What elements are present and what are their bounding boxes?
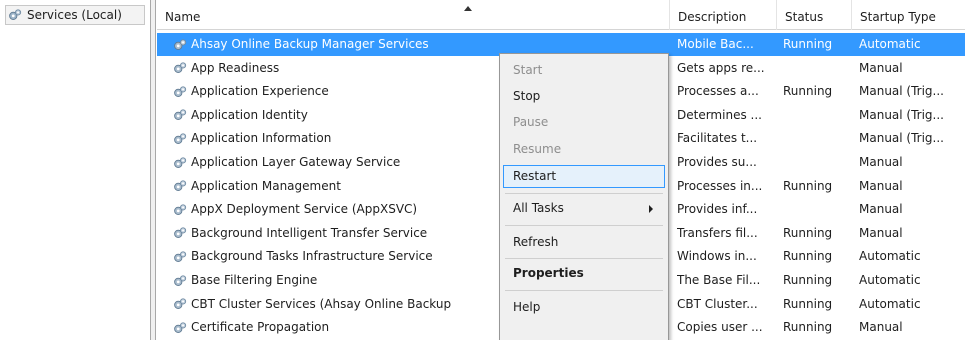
service-status: Running: [783, 273, 833, 287]
tree-item-label: Services (Local): [27, 8, 122, 22]
service-name: Application Information: [191, 131, 332, 146]
menu-item-all-tasks[interactable]: All Tasks: [503, 197, 665, 220]
service-gear-icon: [174, 109, 187, 121]
service-startup-type: Manual (Trig...: [859, 131, 944, 146]
service-gear-icon: [174, 38, 187, 50]
service-startup-type: Manual: [859, 225, 903, 240]
service-name: Background Intelligent Transfer Service: [191, 225, 428, 240]
service-description: Processes a...: [677, 84, 759, 99]
services-gear-icon: [9, 9, 22, 20]
menu-item-all-tasks-label: All Tasks: [513, 201, 564, 215]
service-gear-icon: [174, 180, 187, 192]
service-name: Application Layer Gateway Service: [191, 155, 401, 169]
service-name: Background Tasks Infrastructure Service: [191, 249, 433, 264]
service-startup-type: Automatic: [859, 296, 921, 311]
service-gear-icon: [174, 298, 187, 310]
service-description: Provides inf...: [677, 202, 758, 217]
menu-separator: [505, 258, 663, 259]
service-description: CBT Cluster...: [677, 296, 758, 311]
service-description: Copies user ...: [677, 320, 763, 335]
service-status: [783, 127, 851, 150]
service-status: [783, 104, 851, 127]
service-gear-icon: [174, 86, 187, 97]
service-gear-icon: [174, 251, 187, 262]
service-startup-type: Manual: [859, 320, 903, 335]
service-name: Base Filtering Engine: [191, 273, 318, 287]
service-description: Facilitates t...: [677, 131, 758, 146]
console-tree-pane: Services (Local): [0, 0, 151, 340]
service-startup-type: Manual (Trig...: [859, 84, 944, 99]
service-status: [783, 151, 851, 174]
service-startup-type: Manual: [859, 202, 903, 217]
column-header-startup-type[interactable]: Startup Type: [852, 0, 965, 30]
pane-splitter[interactable]: [151, 0, 156, 340]
column-header-row: Name Description Status Startup Type: [157, 0, 965, 30]
service-name: Certificate Propagation: [191, 320, 330, 335]
menu-item-properties[interactable]: Properties: [503, 262, 665, 285]
service-gear-icon: [174, 274, 187, 286]
service-status: Running: [783, 84, 833, 99]
service-name: CBT Cluster Services (Ahsay Online Backu…: [191, 296, 452, 311]
menu-separator: [505, 290, 663, 291]
service-status: Running: [783, 178, 833, 193]
service-status: Running: [783, 37, 833, 51]
service-startup-type: Manual: [859, 155, 903, 169]
service-name: App Readiness: [191, 60, 280, 75]
service-description: The Base Fil...: [677, 273, 761, 287]
service-name: AppX Deployment Service (AppXSVC): [191, 202, 418, 217]
service-name: Ahsay Online Backup Manager Services: [191, 37, 429, 51]
service-description: Mobile Bac...: [677, 37, 754, 51]
service-status: Running: [783, 225, 833, 240]
column-header-status[interactable]: Status: [777, 0, 852, 30]
context-menu: Start Stop Pause Resume Restart All Task…: [499, 53, 669, 340]
service-gear-icon: [174, 62, 187, 74]
service-status: Running: [783, 249, 833, 264]
service-name: Application Identity: [191, 107, 308, 122]
service-gear-icon: [174, 156, 187, 168]
menu-item-help[interactable]: Help: [503, 296, 665, 319]
menu-item-pause[interactable]: Pause: [503, 111, 665, 134]
service-status: [783, 57, 851, 80]
service-description: Transfers fil...: [677, 225, 758, 240]
column-header-description[interactable]: Description: [670, 0, 777, 30]
service-startup-type: Automatic: [859, 37, 921, 51]
tree-item-services-local[interactable]: Services (Local): [5, 5, 145, 25]
menu-item-resume[interactable]: Resume: [503, 138, 665, 161]
sort-ascending-icon: [464, 6, 472, 11]
service-gear-icon: [174, 204, 187, 215]
menu-separator: [505, 225, 663, 226]
service-gear-icon: [174, 133, 187, 144]
service-name: Application Experience: [191, 84, 329, 99]
menu-separator: [505, 193, 663, 194]
menu-item-refresh[interactable]: Refresh: [503, 231, 665, 254]
service-startup-type: Automatic: [859, 273, 921, 287]
service-status: [783, 198, 851, 221]
service-name: Application Management: [191, 178, 341, 193]
submenu-arrow-icon: [649, 205, 653, 213]
service-status: Running: [783, 296, 833, 311]
service-gear-icon: [174, 322, 187, 333]
service-startup-type: Manual: [859, 178, 903, 193]
menu-item-start[interactable]: Start: [503, 59, 665, 82]
service-description: Gets apps re...: [677, 60, 765, 75]
service-description: Windows in...: [677, 249, 757, 264]
service-startup-type: Manual (Trig...: [859, 107, 944, 122]
service-startup-type: Automatic: [859, 249, 921, 264]
column-header-name[interactable]: Name: [157, 0, 670, 30]
menu-item-restart[interactable]: Restart: [503, 165, 665, 188]
service-gear-icon: [174, 227, 187, 239]
service-description: Processes in...: [677, 178, 763, 193]
service-status: Running: [783, 320, 833, 335]
service-description: Provides su...: [677, 155, 757, 169]
menu-item-stop[interactable]: Stop: [503, 85, 665, 108]
service-description: Determines ...: [677, 107, 762, 122]
service-startup-type: Manual: [859, 60, 903, 75]
